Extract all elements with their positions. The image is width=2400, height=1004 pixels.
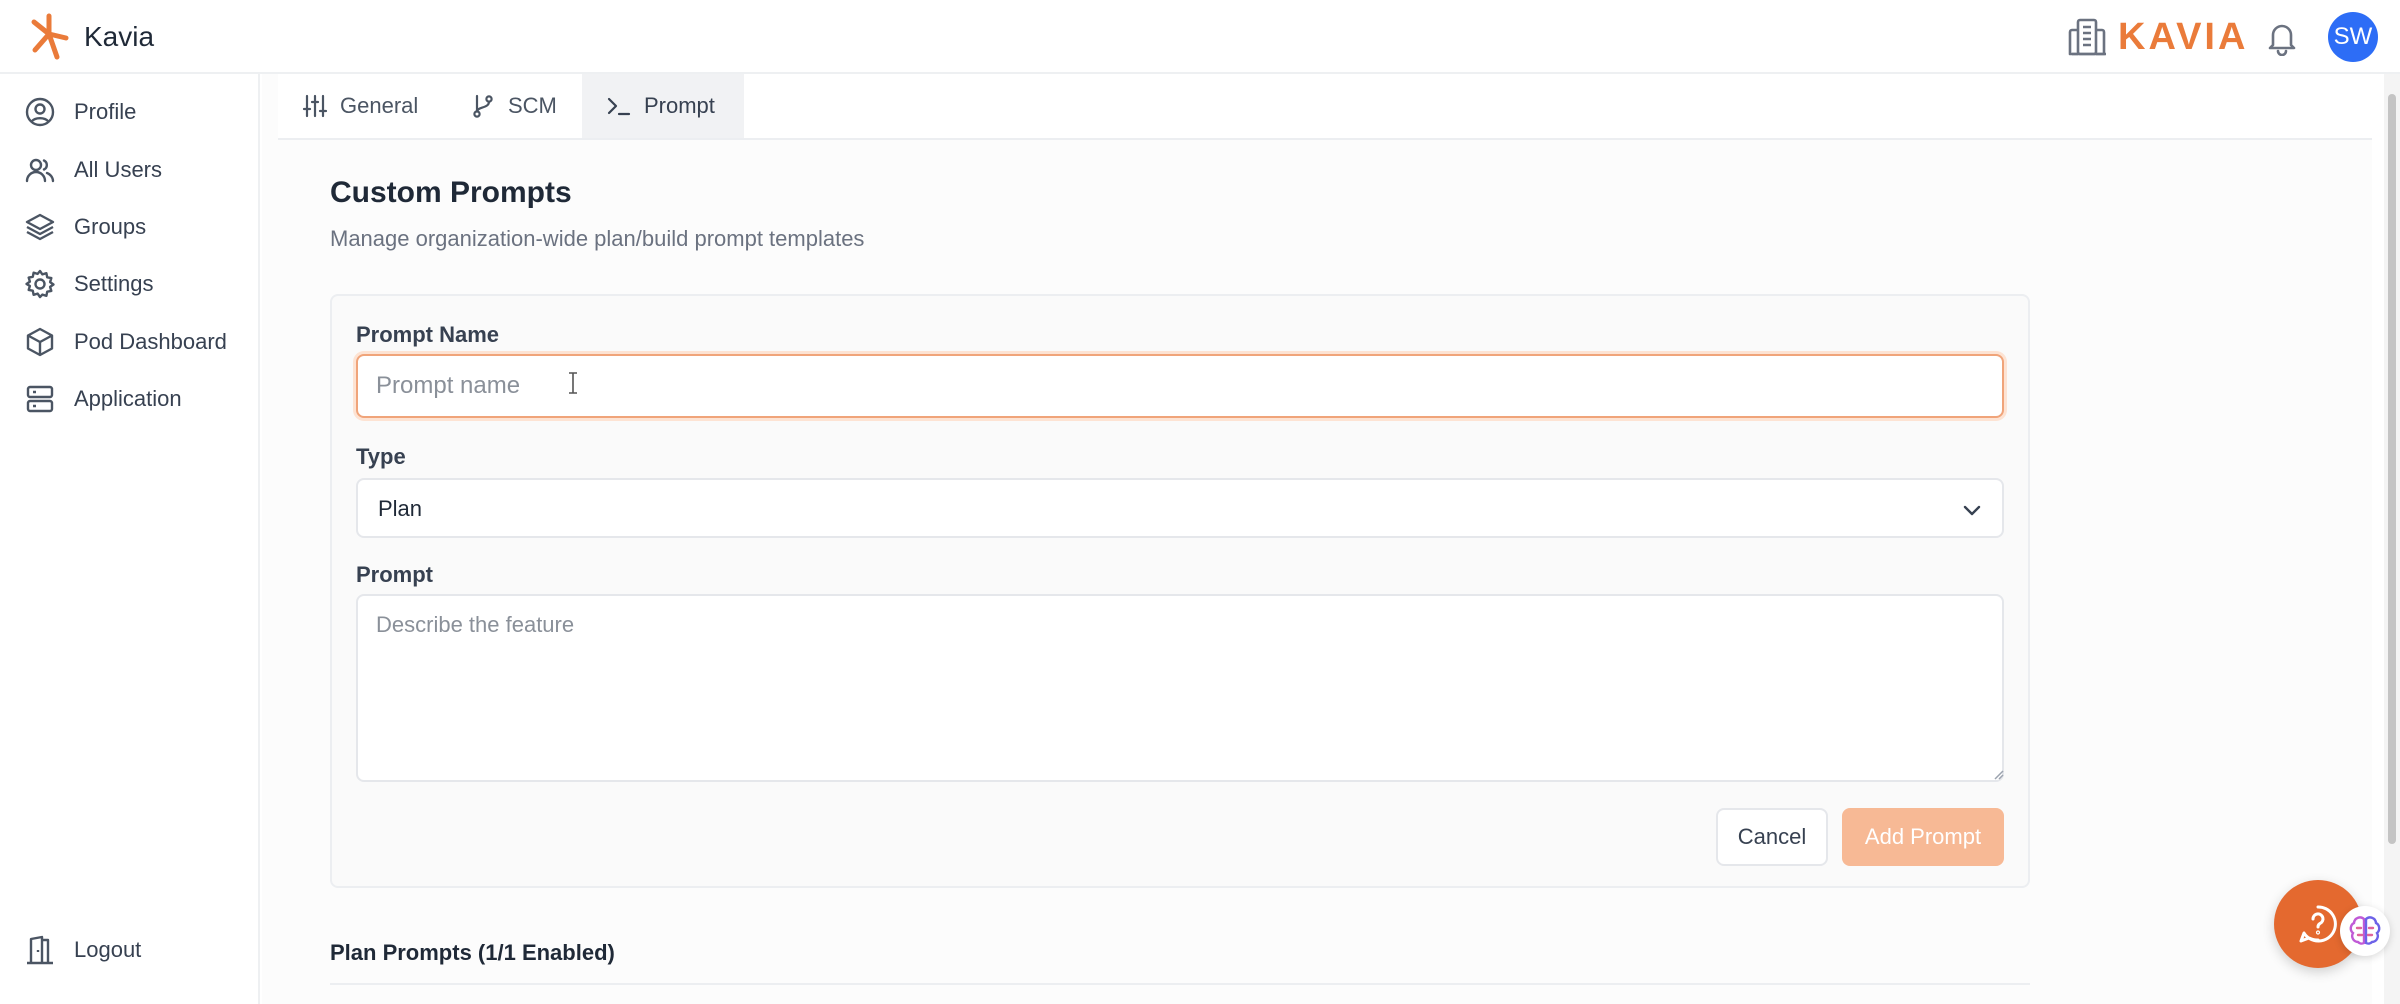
cube-icon <box>26 327 54 357</box>
sidebar-item-settings[interactable]: Settings <box>24 262 154 306</box>
sidebar-item-label: Pod Dashboard <box>74 329 227 354</box>
kavia-asterisk-icon <box>31 13 69 60</box>
resize-handle-icon[interactable] <box>1992 768 2004 780</box>
sidebar-item-groups[interactable]: Groups <box>24 205 146 249</box>
tab-label: SCM <box>508 93 557 118</box>
sidebar: Profile All Users Groups Settings Pod Da… <box>0 74 260 1004</box>
sidebar-item-label: All Users <box>74 157 163 182</box>
add-prompt-form: Prompt Name Type Plan Prompt Cancel Add … <box>330 294 2030 888</box>
server-icon <box>26 385 54 413</box>
sidebar-item-pod-dashboard[interactable]: Pod Dashboard <box>24 320 227 364</box>
sidebar-item-label: Application <box>74 386 182 411</box>
git-branch-icon <box>473 94 493 118</box>
top-bar: Kavia KAVIA SW <box>0 0 2400 74</box>
page-title: Custom Prompts <box>330 176 572 209</box>
brand-wordmark: KAVIA <box>2068 12 2248 62</box>
tab-prompt[interactable]: Prompt <box>582 74 744 138</box>
prompt-name-input[interactable] <box>356 354 2004 418</box>
divider <box>330 983 2030 985</box>
terminal-icon <box>607 97 631 116</box>
type-select[interactable]: Plan <box>356 478 2004 538</box>
bell-icon[interactable] <box>2264 18 2300 56</box>
plan-prompts-heading: Plan Prompts (1/1 Enabled) <box>330 940 615 965</box>
main-content: General SCM Prompt Custom Prompts Manage… <box>262 74 2372 1004</box>
chevron-down-icon <box>1963 505 1981 516</box>
tab-label: Prompt <box>644 93 715 118</box>
brand-text: KAVIA <box>2118 15 2249 58</box>
sidebar-item-logout[interactable]: Logout <box>24 928 141 972</box>
type-selected-value: Plan <box>378 496 423 521</box>
sidebar-item-label: Groups <box>74 214 147 239</box>
sidebar-item-all-users[interactable]: All Users <box>24 148 162 192</box>
tab-general[interactable]: General <box>278 74 442 138</box>
prompt-name-label: Prompt Name <box>356 322 500 347</box>
app-logo[interactable]: Kavia <box>26 12 154 62</box>
gear-icon <box>25 269 55 299</box>
users-icon <box>25 158 55 183</box>
sidebar-item-profile[interactable]: Profile <box>24 90 136 134</box>
sidebar-item-label: Profile <box>74 99 137 124</box>
scrollbar-thumb[interactable] <box>2388 94 2396 844</box>
brain-icon <box>2349 916 2381 945</box>
sidebar-item-label: Settings <box>74 271 154 296</box>
sidebar-item-application[interactable]: Application <box>24 377 182 421</box>
tab-bar: General SCM Prompt <box>278 74 2372 140</box>
help-chat-icon <box>2299 905 2337 943</box>
ai-assistant-badge[interactable] <box>2340 906 2390 956</box>
add-prompt-button[interactable]: Add Prompt <box>1842 808 2004 866</box>
page-scrollbar[interactable] <box>2384 74 2400 1004</box>
avatar[interactable]: SW <box>2328 12 2378 62</box>
cancel-button[interactable]: Cancel <box>1716 808 1828 866</box>
layers-icon <box>25 213 55 241</box>
page-subtitle: Manage organization-wide plan/build prom… <box>330 226 865 251</box>
sidebar-item-label: Logout <box>74 937 142 962</box>
text-cursor-icon <box>569 372 577 394</box>
tab-scm[interactable]: SCM <box>446 74 581 138</box>
prompt-textarea[interactable] <box>356 594 2004 782</box>
tab-label: General <box>340 93 419 118</box>
app-name: Kavia <box>84 21 155 52</box>
user-circle-icon <box>25 97 55 127</box>
prompt-label: Prompt <box>356 562 433 587</box>
building-icon <box>2068 18 2106 56</box>
door-exit-icon <box>27 935 53 965</box>
sliders-icon <box>302 94 328 118</box>
type-label: Type <box>356 444 406 469</box>
